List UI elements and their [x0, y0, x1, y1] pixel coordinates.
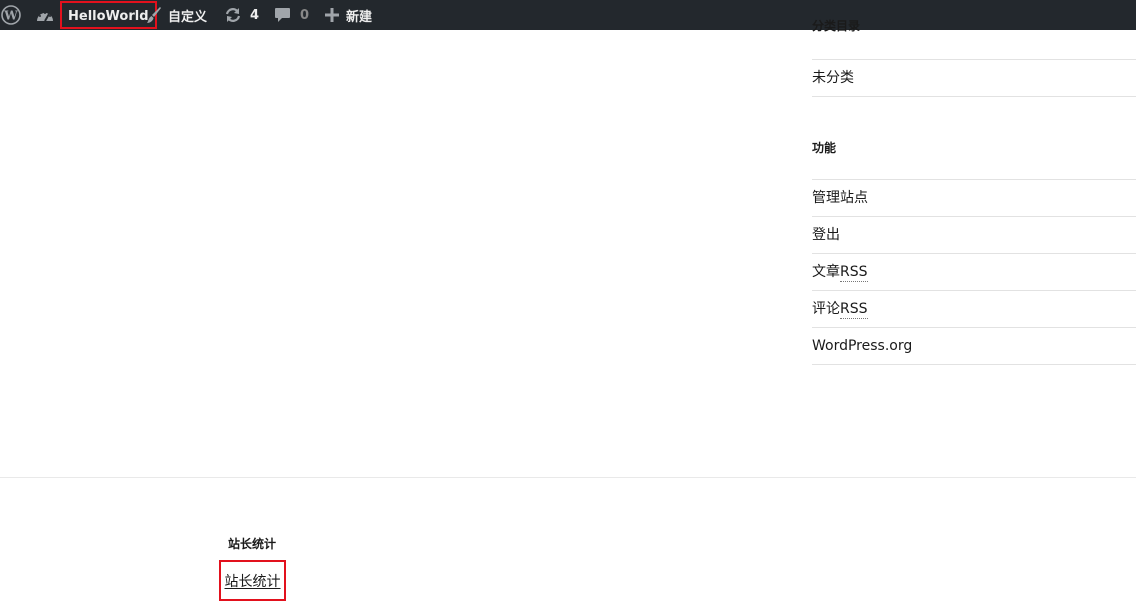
meta-item-entries-rss[interactable]: 文章RSS [812, 254, 1136, 291]
svg-text:W: W [3, 9, 18, 23]
meta-list: 管理站点 登出 文章RSS 评论RSS WordPress.org [812, 179, 1136, 365]
dashboard-icon [36, 8, 54, 22]
categories-widget-title: 分类目录 [812, 19, 861, 33]
comments-link[interactable]: 0 [274, 0, 309, 30]
admin-bar: W HelloWorld 自定义 4 0 新建 [0, 0, 1136, 30]
entries-rss-abbr[interactable]: RSS [840, 264, 868, 282]
footer-widget-title: 站长统计 [228, 537, 277, 551]
site-stats-link[interactable]: 站长统计 [225, 571, 281, 591]
categories-list: 未分类 [812, 59, 1136, 97]
customize-label: 自定义 [168, 9, 208, 25]
wordpress-logo-icon: W [1, 5, 21, 25]
footer-link-highlight: 站长统计 [219, 560, 286, 601]
category-item[interactable]: 未分类 [812, 60, 1136, 97]
site-menu[interactable]: HelloWorld [36, 0, 157, 30]
meta-item-wordpress-org[interactable]: WordPress.org [812, 328, 1136, 365]
updates-link[interactable]: 4 [224, 0, 259, 30]
refresh-icon [224, 7, 242, 23]
category-link[interactable]: 未分类 [812, 70, 854, 86]
meta-item-site-admin[interactable]: 管理站点 [812, 180, 1136, 217]
logout-link[interactable]: 登出 [812, 227, 840, 243]
comment-bubble-icon [274, 7, 291, 23]
entries-rss-prefix[interactable]: 文章 [812, 264, 840, 280]
footer-divider [0, 477, 1136, 478]
comments-rss-prefix[interactable]: 评论 [812, 301, 840, 317]
new-content-label: 新建 [346, 9, 373, 25]
paintbrush-icon [146, 6, 162, 24]
site-admin-link[interactable]: 管理站点 [812, 190, 868, 206]
wordpress-org-link[interactable]: WordPress.org [812, 338, 912, 354]
meta-item-logout[interactable]: 登出 [812, 217, 1136, 254]
plus-icon [325, 8, 339, 22]
comments-rss-abbr[interactable]: RSS [840, 301, 868, 319]
updates-count: 4 [250, 7, 260, 23]
new-content-menu[interactable]: 新建 [325, 0, 372, 30]
meta-item-comments-rss[interactable]: 评论RSS [812, 291, 1136, 328]
meta-widget-title: 功能 [812, 141, 837, 155]
customize-link[interactable]: 自定义 [146, 0, 207, 30]
comments-count: 0 [300, 7, 310, 23]
site-name-link[interactable]: HelloWorld [60, 1, 157, 29]
wordpress-menu[interactable]: W [0, 0, 22, 30]
